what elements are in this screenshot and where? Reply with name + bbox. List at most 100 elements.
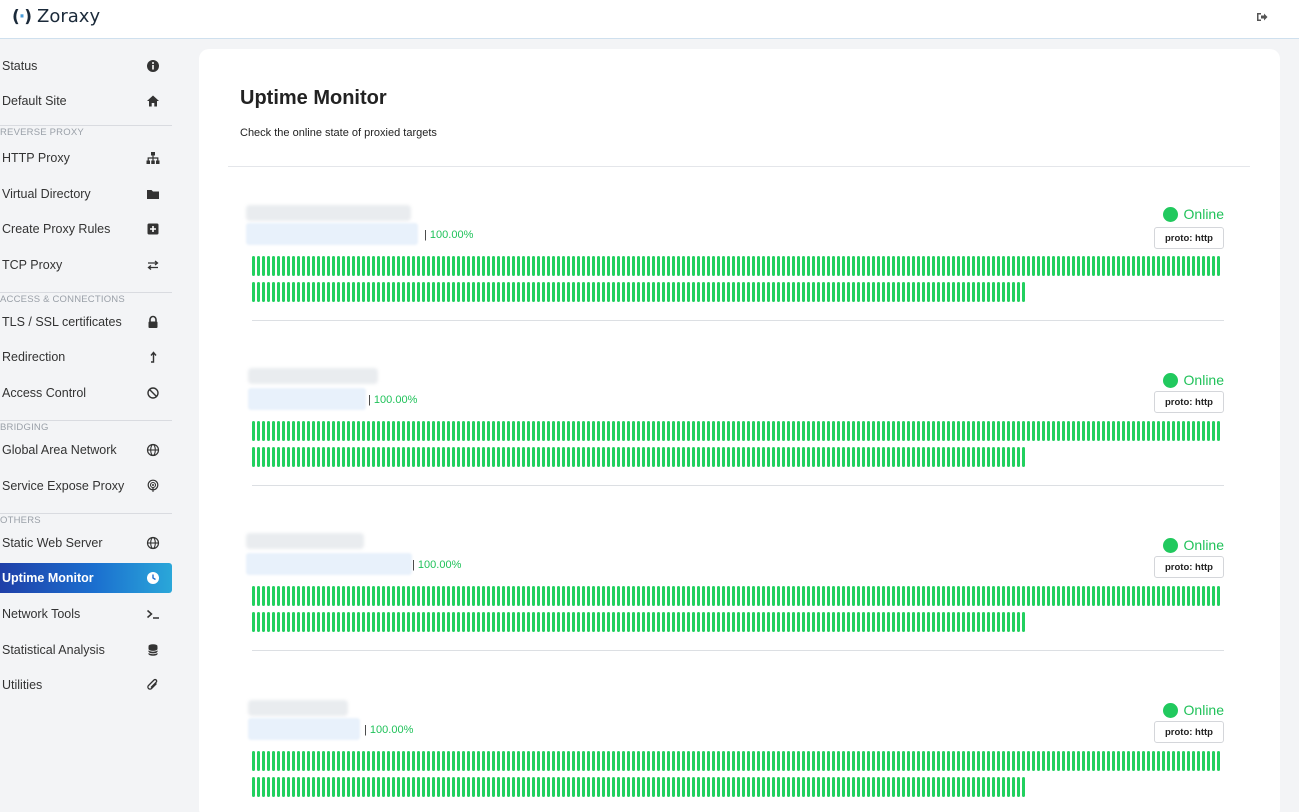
uptime-tick [607,282,610,302]
uptime-tick [1107,421,1110,441]
uptime-tick [867,282,870,302]
status-indicator: Online [1162,372,1224,388]
uptime-tick [662,256,665,276]
uptime-tick [322,612,325,632]
uptime-tick [467,777,470,797]
uptime-tick [607,586,610,606]
uptime-tick [1132,421,1135,441]
uptime-tick [622,256,625,276]
uptime-tick [457,421,460,441]
uptime-tick [1097,751,1100,771]
app-logo[interactable]: (·) Zoraxy [12,6,100,27]
uptime-tick [797,447,800,467]
uptime-tick [417,612,420,632]
uptime-tick [877,447,880,467]
uptime-tick [892,282,895,302]
uptime-tick [912,751,915,771]
uptime-tick [432,612,435,632]
uptime-tick [277,282,280,302]
sidebar-item-global-area-network[interactable]: Global Area Network [0,435,172,465]
uptime-tick [1042,421,1045,441]
uptime-tick [882,282,885,302]
uptime-tick [647,421,650,441]
uptime-tick [1182,256,1185,276]
uptime-tick [712,612,715,632]
sidebar-item-tcp-proxy[interactable]: TCP Proxy [0,250,172,280]
sidebar-item-tls-ssl[interactable]: TLS / SSL certificates [0,307,172,337]
uptime-tick [692,612,695,632]
sidebar-item-utilities[interactable]: Utilities [0,670,172,700]
sidebar-item-virtual-directory[interactable]: Virtual Directory [0,179,172,209]
uptime-tick [252,612,255,632]
sidebar-item-network-tools[interactable]: Network Tools [0,599,172,629]
uptime-tick [797,777,800,797]
uptime-tick [317,282,320,302]
uptime-tick [347,586,350,606]
sidebar-item-static-web-server[interactable]: Static Web Server [0,528,172,558]
sidebar-item-statistical-analysis[interactable]: Statistical Analysis [0,635,172,665]
uptime-tick [447,256,450,276]
uptime-tick [497,586,500,606]
uptime-tick [922,421,925,441]
uptime-tick [1032,751,1035,771]
uptime-tick [737,421,740,441]
uptime-tick [1012,256,1015,276]
uptime-tick [827,612,830,632]
uptime-tick [977,586,980,606]
sidebar-item-access-control[interactable]: Access Control [0,378,172,408]
uptime-tick [697,282,700,302]
sidebar-item-uptime-monitor[interactable]: Uptime Monitor [0,563,172,593]
uptime-tick [927,447,930,467]
uptime-tick [957,421,960,441]
section-others: OTHERS [0,513,172,526]
uptime-tick [542,777,545,797]
uptime-tick [877,421,880,441]
uptime-tick [322,751,325,771]
uptime-tick [587,256,590,276]
sidebar-item-service-expose-proxy[interactable]: Service Expose Proxy [0,471,172,501]
uptime-tick [952,256,955,276]
uptime-tick [672,751,675,771]
uptime-tick [1022,421,1025,441]
uptime-tick [367,447,370,467]
sidebar-item-status[interactable]: Status [0,51,172,81]
uptime-tick [1017,447,1020,467]
uptime-tick [517,421,520,441]
uptime-tick [292,777,295,797]
sidebar-item-default-site[interactable]: Default Site [0,86,172,116]
uptime-tick [617,751,620,771]
sidebar-item-create-proxy-rules[interactable]: Create Proxy Rules [0,214,172,244]
uptime-tick [552,447,555,467]
paperclip-icon [147,678,158,690]
uptime-tick [807,751,810,771]
uptime-tick [1007,421,1010,441]
uptime-tick [1082,421,1085,441]
uptime-tick [542,751,545,771]
uptime-tick [657,777,660,797]
logout-icon[interactable] [1255,10,1269,24]
uptime-tick [332,421,335,441]
uptime-tick [637,777,640,797]
uptime-tick [707,447,710,467]
uptime-tick [492,447,495,467]
uptime-tick [522,421,525,441]
uptime-tick [972,282,975,302]
uptime-tick [377,777,380,797]
uptime-tick [997,751,1000,771]
uptime-tick [1002,256,1005,276]
uptime-tick [447,612,450,632]
uptime-tick [542,586,545,606]
sidebar-item-http-proxy[interactable]: HTTP Proxy [0,143,172,173]
uptime-tick [537,421,540,441]
uptime-tick [597,256,600,276]
sidebar-item-redirection[interactable]: Redirection [0,342,172,372]
uptime-tick [357,777,360,797]
uptime-tick [807,447,810,467]
uptime-tick [1087,751,1090,771]
uptime-tick [522,447,525,467]
uptime-tick [652,421,655,441]
uptime-tick [737,777,740,797]
uptime-tick [997,447,1000,467]
uptime-tick [1062,586,1065,606]
uptime-tick [767,282,770,302]
